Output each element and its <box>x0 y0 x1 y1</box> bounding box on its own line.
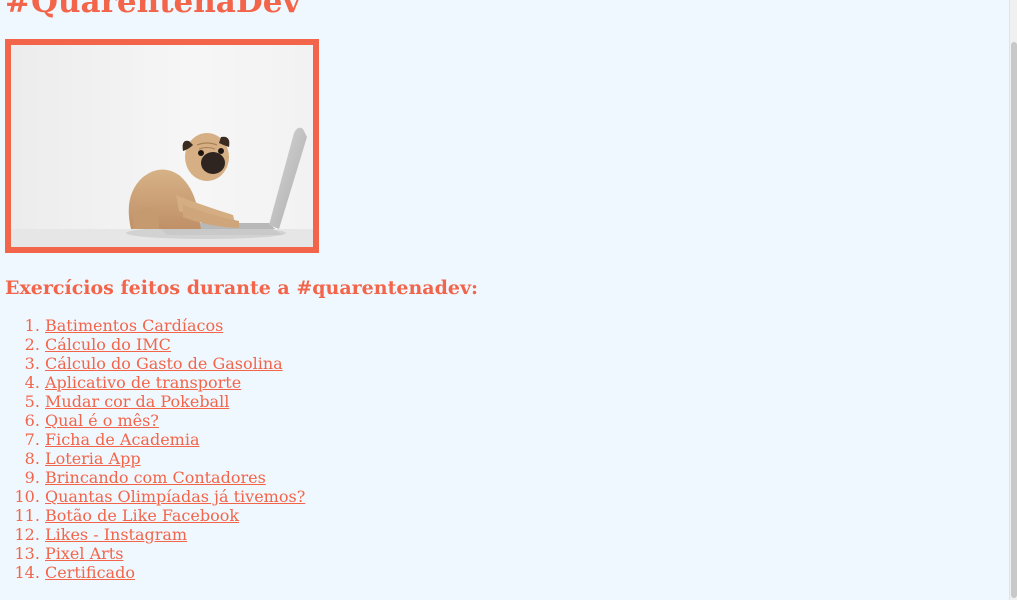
exercise-link[interactable]: Cálculo do IMC <box>45 335 171 354</box>
exercise-link[interactable]: Qual é o mês? <box>45 411 159 430</box>
exercise-list: Batimentos Cardíacos Cálculo do IMC Cálc… <box>45 316 305 582</box>
list-item: Pixel Arts <box>45 544 305 563</box>
exercises-heading: Exercícios feitos durante a #quarentenad… <box>5 277 479 299</box>
exercise-link[interactable]: Loteria App <box>45 449 141 468</box>
pug-laptop-image <box>11 45 313 247</box>
exercise-link[interactable]: Quantas Olimpíadas já tivemos? <box>45 487 305 506</box>
exercise-link[interactable]: Botão de Like Facebook <box>45 506 239 525</box>
exercise-link[interactable]: Likes - Instagram <box>45 525 187 544</box>
list-item: Brincando com Contadores <box>45 468 305 487</box>
list-item: Loteria App <box>45 449 305 468</box>
list-item: Qual é o mês? <box>45 411 305 430</box>
vertical-scrollbar[interactable] <box>1009 0 1017 600</box>
exercise-link[interactable]: Mudar cor da Pokeball <box>45 392 229 411</box>
list-item: Aplicativo de transporte <box>45 373 305 392</box>
list-item: Cálculo do IMC <box>45 335 305 354</box>
exercise-link[interactable]: Pixel Arts <box>45 544 123 563</box>
exercise-link[interactable]: Brincando com Contadores <box>45 468 266 487</box>
page: #QuarentenaDev Exercícios feitos durante… <box>0 0 1009 600</box>
exercise-link[interactable]: Aplicativo de transporte <box>45 373 241 392</box>
list-item: Certificado <box>45 563 305 582</box>
list-item: Ficha de Academia <box>45 430 305 449</box>
exercise-link[interactable]: Cálculo do Gasto de Gasolina <box>45 354 283 373</box>
list-item: Cálculo do Gasto de Gasolina <box>45 354 305 373</box>
list-item: Mudar cor da Pokeball <box>45 392 305 411</box>
exercise-link[interactable]: Batimentos Cardíacos <box>45 316 223 335</box>
list-item: Likes - Instagram <box>45 525 305 544</box>
scrollbar-thumb[interactable] <box>1011 42 1017 598</box>
hero-image <box>5 39 319 253</box>
list-item: Botão de Like Facebook <box>45 506 305 525</box>
page-title: #QuarentenaDev <box>5 0 301 20</box>
list-item: Quantas Olimpíadas já tivemos? <box>45 487 305 506</box>
exercise-link[interactable]: Certificado <box>45 563 135 582</box>
list-item: Batimentos Cardíacos <box>45 316 305 335</box>
exercise-link[interactable]: Ficha de Academia <box>45 430 200 449</box>
